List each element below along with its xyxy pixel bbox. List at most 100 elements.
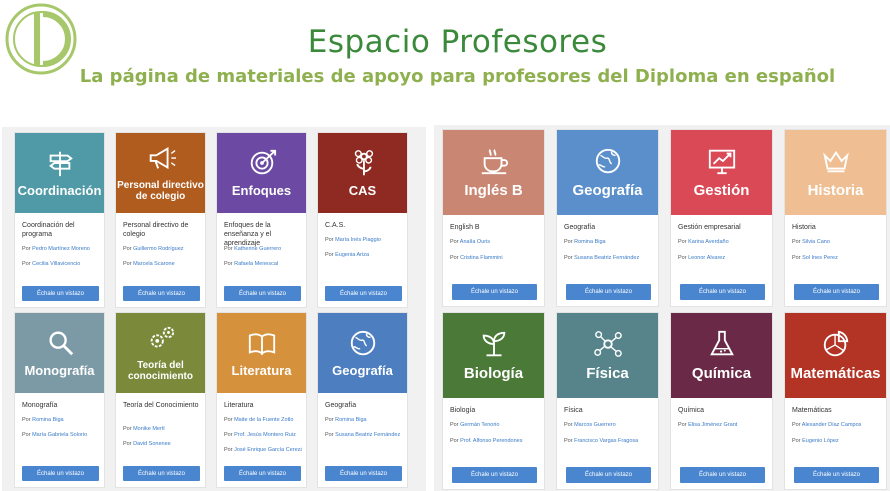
view-button[interactable]: Échale un vistazo [452, 284, 537, 300]
author-link[interactable]: Rafaela Menescal [234, 261, 278, 267]
author-prefix: Por [450, 255, 461, 261]
view-button[interactable]: Échale un vistazo [566, 467, 651, 483]
book-icon [248, 332, 275, 355]
author-link[interactable]: Monike Mertl [133, 426, 164, 432]
author-prefix: Por [224, 246, 235, 252]
flask-icon [709, 330, 734, 356]
author-link[interactable]: Susana Beatriz Fernández [574, 255, 639, 261]
card-title: English B [450, 224, 480, 231]
author-link[interactable]: Silvia Cano [802, 239, 830, 245]
author-prefix: Por [792, 438, 803, 444]
author-link[interactable]: Eugenia Ariza [335, 252, 369, 258]
card-image-label: Historia [807, 181, 864, 199]
author-link[interactable]: Susana Beatriz Fernández [335, 432, 400, 438]
card-image-label: Geografía [332, 362, 393, 378]
card-image[interactable]: Geografía [557, 130, 658, 215]
author-prefix: Por [22, 246, 33, 252]
author-link[interactable]: Sol Ines Perez [802, 255, 838, 261]
author-link[interactable]: María Inés Piaggio [335, 237, 381, 243]
author-link[interactable]: Prof. Jesús Montero Ruiz [234, 432, 296, 438]
subject-card: Gestión Gestión empresarial Por Karina Ave… [670, 129, 773, 307]
card-image[interactable]: Historia [785, 130, 886, 215]
card-author: Por Elisa Jiménez Grant [678, 422, 768, 428]
author-prefix: Por [123, 261, 134, 267]
card-image[interactable]: Literatura [217, 313, 306, 393]
author-link[interactable]: Leonor Álvarez [688, 255, 725, 261]
view-button[interactable]: Échale un vistazo [680, 284, 765, 300]
card-image[interactable]: Química [671, 313, 772, 398]
subject-card: Monografía Monografía Por Romina Biga Por M… [14, 312, 105, 488]
card-author: Por Cristina Flammini [450, 255, 540, 261]
author-prefix: Por [450, 422, 461, 428]
view-button[interactable]: Échale un vistazo [794, 284, 879, 300]
card-image[interactable]: Coordinación [15, 133, 104, 213]
author-link[interactable]: Karina Averdaño [688, 239, 729, 245]
author-prefix: Por [123, 246, 134, 252]
card-image[interactable]: Biología [443, 313, 544, 398]
card-image-label: Teoría del conocimiento [127, 359, 193, 383]
gears-icon [150, 326, 174, 347]
card-image-label: Personal directivo de colegio [117, 179, 204, 203]
card-image[interactable]: Inglés B [443, 130, 544, 215]
author-link[interactable]: Marcos Guerrero [574, 422, 616, 428]
author-prefix: Por [224, 417, 235, 423]
view-button[interactable]: Échale un vistazo [224, 286, 301, 301]
author-link[interactable]: Romina Biga [335, 417, 367, 423]
view-button[interactable]: Échale un vistazo [22, 466, 99, 481]
view-button[interactable]: Échale un vistazo [224, 466, 301, 481]
card-image[interactable]: Matemáticas [785, 313, 886, 398]
card-image-label: Inglés B [464, 181, 523, 199]
crown-icon [822, 150, 849, 173]
card-image[interactable]: Gestión [671, 130, 772, 215]
author-link[interactable]: Cecilia Villavicencio [32, 261, 80, 267]
card-image[interactable]: Enfoques [217, 133, 306, 213]
author-link[interactable]: Guillermo Rodríguez [133, 246, 183, 252]
view-button[interactable]: Échale un vistazo [325, 286, 402, 301]
author-link[interactable]: Analía Ouris [460, 239, 490, 245]
author-link[interactable]: Marcela Scarone [133, 261, 175, 267]
card-image[interactable]: Teoría del conocimiento [116, 313, 205, 393]
card-title: Geografía [564, 224, 596, 231]
card-image[interactable]: Física [557, 313, 658, 398]
author-link[interactable]: María Gabriela Solorio [32, 432, 87, 438]
chart-board-icon [708, 149, 735, 174]
author-link[interactable]: Romina Biga [574, 239, 606, 245]
view-button[interactable]: Échale un vistazo [325, 466, 402, 481]
card-title: Geografía [325, 402, 357, 409]
view-button[interactable]: Échale un vistazo [680, 467, 765, 483]
author-link[interactable]: David Sonenee [133, 441, 171, 447]
author-prefix: Por [678, 422, 689, 428]
view-button[interactable]: Échale un vistazo [794, 467, 879, 483]
author-link[interactable]: Eugenio López [802, 438, 839, 444]
subject-card: Enfoques Enfoques de la enseñanza y el ap… [216, 132, 307, 308]
author-link[interactable]: Prof. Alfonso Perendones [460, 438, 522, 444]
subject-card: Geografía Geografía Por Romina Biga Por Sus… [317, 312, 408, 488]
author-link[interactable]: Alexander Díaz Campos [802, 422, 862, 428]
card-author: Por Marcos Guerrero [564, 422, 654, 428]
view-button[interactable]: Échale un vistazo [123, 466, 200, 481]
author-link[interactable]: José Enrique García Cerezán [234, 447, 302, 453]
card-author: Por David Sonenee [123, 441, 201, 447]
author-link[interactable]: Katherine Guerrero [234, 246, 281, 252]
view-button[interactable]: Échale un vistazo [22, 286, 99, 301]
card-author: Por Susana Beatriz Fernández [325, 432, 403, 438]
author-link[interactable]: Pedro Martínez Moreno [32, 246, 90, 252]
card-author: Por Marcela Scarone [123, 261, 201, 267]
view-button[interactable]: Échale un vistazo [123, 286, 200, 301]
subject-card: Geografía Geografía Por Romina Biga Por Sus… [556, 129, 659, 307]
view-button[interactable]: Échale un vistazo [452, 467, 537, 483]
author-link[interactable]: Francisco Vargas Fragosa [574, 438, 638, 444]
card-image[interactable]: Personal directivo de colegio [116, 133, 205, 213]
author-link[interactable]: Romina Biga [32, 417, 64, 423]
subject-card: Inglés B English B Por Analía Ouris Por Cri… [442, 129, 545, 307]
author-link[interactable]: Germán Tenorio [460, 422, 499, 428]
globe-icon [350, 330, 375, 355]
author-link[interactable]: Cristina Flammini [460, 255, 502, 261]
author-link[interactable]: Maite de la Fuente Zotlo [234, 417, 293, 423]
card-image[interactable]: Geografía [318, 313, 407, 393]
card-image[interactable]: CAS [318, 133, 407, 213]
subject-card: Coordinación Coordinación del programa Por… [14, 132, 105, 308]
view-button[interactable]: Échale un vistazo [566, 284, 651, 300]
card-image[interactable]: Monografía [15, 313, 104, 393]
author-link[interactable]: Elisa Jiménez Grant [688, 422, 737, 428]
